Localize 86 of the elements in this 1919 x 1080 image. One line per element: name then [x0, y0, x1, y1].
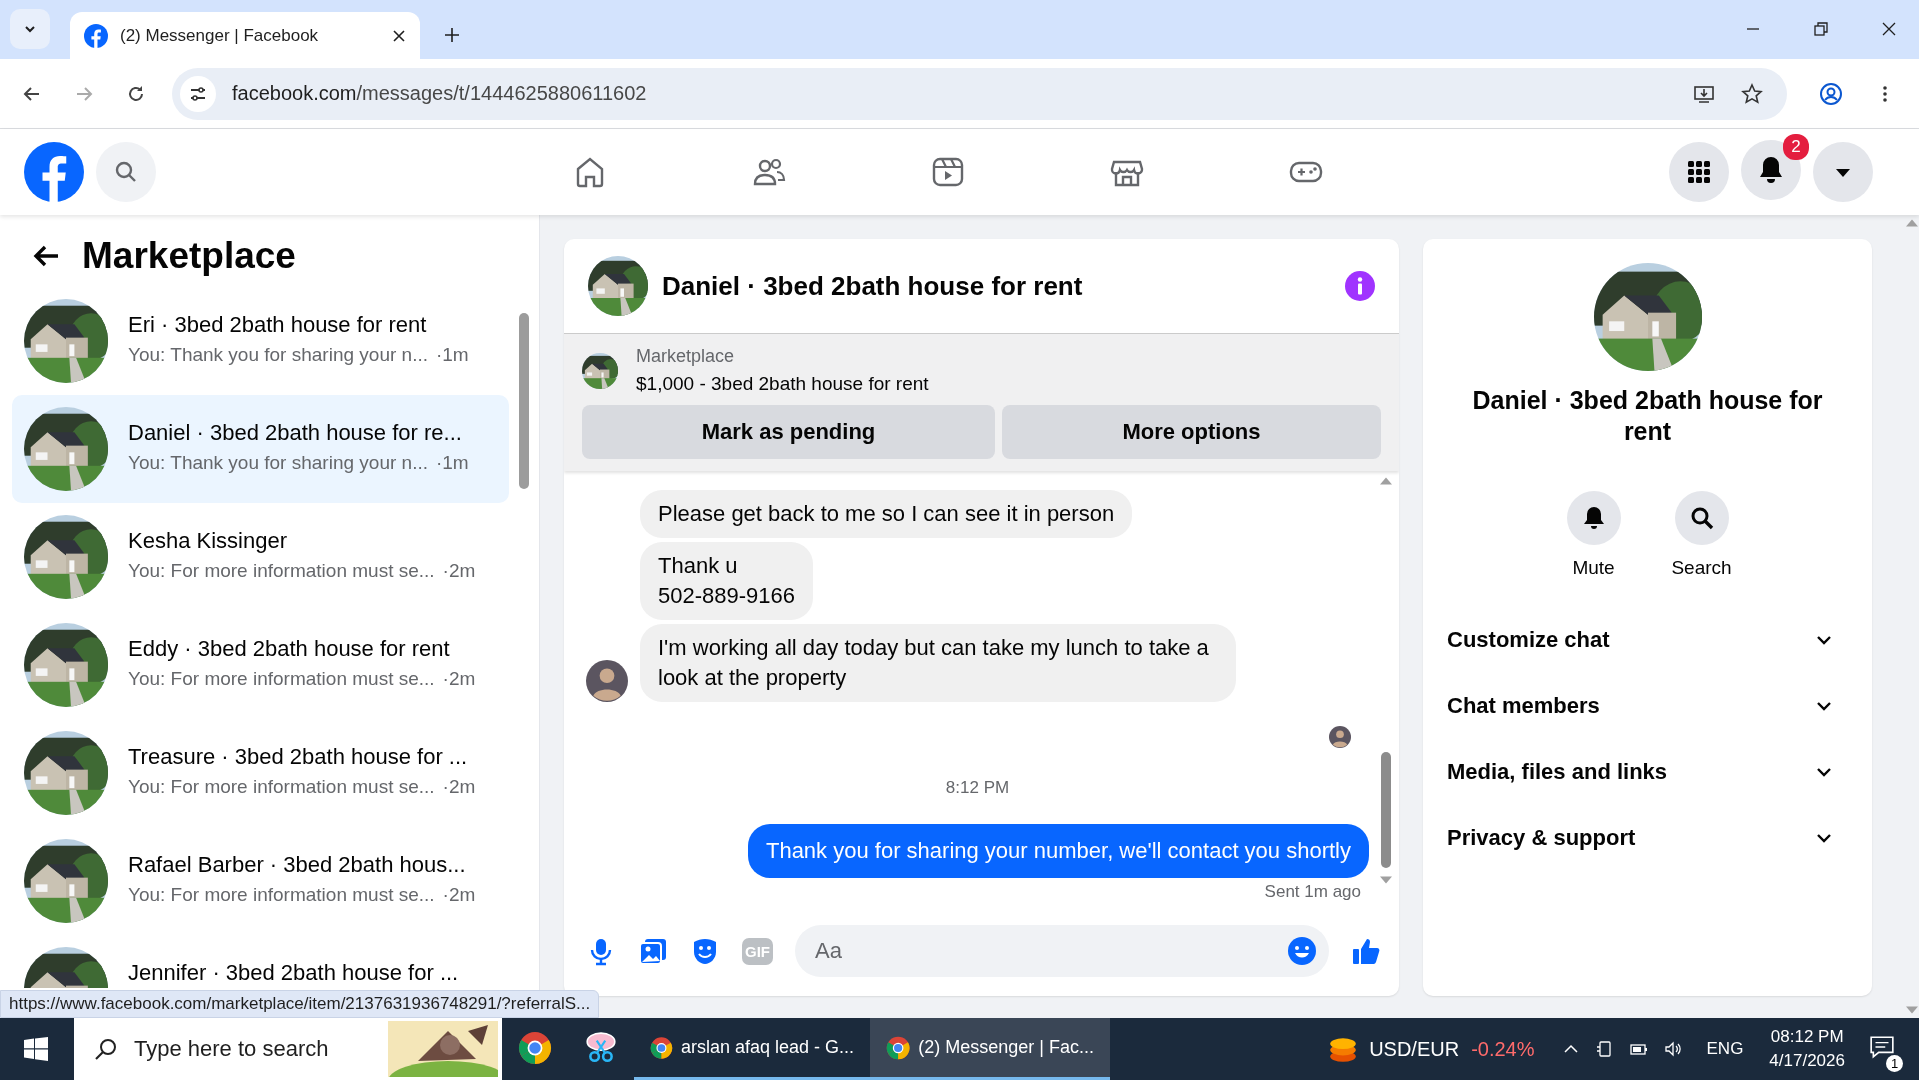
taskbar-search-box[interactable]: Type here to search [74, 1018, 502, 1080]
read-receipt-avatar [1329, 726, 1351, 748]
facebook-logo[interactable] [24, 142, 84, 202]
action-label: Search [1671, 557, 1732, 579]
star-icon[interactable] [1741, 82, 1763, 105]
message-bubble: Please get back to me so I can see it in person [640, 490, 1133, 538]
scissors-icon [584, 1030, 618, 1065]
message-preview: You: Thank you for sharing your n... [128, 452, 428, 474]
collapsible-section[interactable]: Chat members [1447, 673, 1848, 739]
new-tab-icon[interactable] [444, 27, 460, 43]
like-icon[interactable] [1351, 936, 1381, 966]
conversation-name: Eri · 3bed 2bath house for rent [128, 312, 428, 338]
notifications-button[interactable] [1741, 140, 1801, 200]
notification-count: 1 [1886, 1055, 1903, 1072]
bell-button[interactable] [1566, 491, 1621, 545]
listing-source: Marketplace [636, 346, 736, 367]
restore-icon[interactable] [1813, 21, 1829, 37]
message-time: ·1m [435, 344, 469, 366]
scroll-up-icon[interactable] [1380, 477, 1392, 485]
menu-button[interactable] [1669, 142, 1729, 202]
listing-summary: $1,000 - 3bed 2bath house for rent [636, 373, 929, 395]
conversation-item[interactable]: Eddy · 3bed 2bath house for rent You: For more information must se... ·2m [12, 611, 509, 719]
collapsible-section[interactable]: Privacy & support [1447, 805, 1848, 871]
site-settings-icon[interactable] [180, 75, 216, 112]
action-label: Mute [1572, 557, 1615, 579]
facebook-icon [84, 23, 108, 48]
start-button[interactable] [24, 1037, 48, 1061]
volume-icon[interactable] [1662, 1039, 1683, 1059]
conversation-name: Jennifer · 3bed 2bath house for ... [128, 960, 459, 986]
message-preview: You: For more information must se... [128, 560, 435, 582]
search-icon [94, 1037, 118, 1061]
conversation-name: Eddy · 3bed 2bath house for rent [128, 636, 451, 662]
link-preview: https://www.facebook.com/marketplace/item/2137631936748291/?referralS... [0, 990, 600, 1018]
message-input[interactable]: Aa [813, 937, 1287, 965]
conversation-name: Kesha Kissinger [128, 528, 288, 554]
chat-title: Daniel · 3bed 2bath house for rent [662, 270, 1083, 302]
browser-tab[interactable]: (2) Messenger | Facebook [70, 12, 420, 59]
conversation-name: Treasure · 3bed 2bath house for ... [128, 744, 469, 770]
scroll-thumb[interactable] [519, 313, 529, 489]
address-bar[interactable]: facebook.com/messages/t/1444625880611602 [172, 67, 1787, 120]
message-bubble: Thank you for sharing your number, we'll contact you shortly [747, 824, 1369, 878]
profile-icon[interactable] [1819, 81, 1843, 106]
page-title: Marketplace [82, 235, 296, 277]
conversation-item[interactable]: Eri · 3bed 2bath house for rent You: Thank you for sharing your n... ·1m [12, 287, 509, 395]
emoji-icon[interactable] [1287, 936, 1317, 966]
image-icon[interactable] [638, 936, 668, 966]
conversation-item[interactable]: Rafael Barber · 3bed 2bath hous... You: For more information must se... ·2m [12, 827, 509, 935]
message-bubble: Thank u 502-889-9166 [640, 542, 813, 620]
message-timestamp: 8:12 PM [945, 778, 1010, 798]
chrome-icon [518, 1030, 552, 1065]
clock[interactable]: 08:12 PM 4/17/2026 [1769, 1027, 1845, 1071]
notification-badge: 2 [1783, 134, 1809, 160]
ticker-change: -0.24% [1471, 1037, 1535, 1061]
message-preview: You: For more information must se... [128, 668, 435, 690]
close-icon[interactable] [392, 28, 406, 43]
message-bubble: I'm working all day today but can take my lunch to take a look at the property [640, 624, 1236, 702]
message-time: ·2m [442, 560, 476, 582]
scroll-thumb[interactable] [1381, 752, 1391, 868]
listing-action-button[interactable]: Mark as pending [582, 405, 995, 459]
delivery-status: Sent 1m ago [1264, 882, 1361, 902]
conversation-item[interactable]: Daniel · 3bed 2bath house for re... You: Thank you for sharing your n... ·1m [12, 395, 509, 503]
scroll-down-icon[interactable] [1380, 876, 1392, 884]
conversation-name: Rafael Barber · 3bed 2bath hous... [128, 852, 467, 878]
conversation-name: Daniel · 3bed 2bath house for re... [128, 420, 463, 446]
collapsible-section[interactable]: Customize chat [1447, 607, 1848, 673]
contact-name: Daniel · 3bed 2bath house for rent [1471, 385, 1824, 447]
message-preview: You: Thank you for sharing your n... [128, 344, 428, 366]
message-time: ·2m [442, 884, 476, 906]
ticker-name: USD/EUR [1369, 1037, 1460, 1061]
avatar[interactable] [586, 660, 628, 702]
taskbar-window[interactable]: (2) Messenger | Fac... [870, 1018, 1110, 1080]
search-button[interactable] [1674, 491, 1729, 545]
listing-action-button[interactable]: More options [1002, 405, 1381, 459]
message-time: ·2m [442, 776, 476, 798]
message-time: ·1m [435, 452, 469, 474]
message-preview: You: For more information must se... [128, 884, 435, 906]
notification-center-icon[interactable] [1869, 1034, 1895, 1060]
conversation-item[interactable]: Kesha Kissinger You: For more information must se... ·2m [12, 503, 509, 611]
info-icon[interactable] [1345, 271, 1375, 301]
language-indicator[interactable]: ENG [1706, 1039, 1744, 1059]
conversation-item[interactable]: Treasure · 3bed 2bath house for ... You: For more information must se... ·2m [12, 719, 509, 827]
message-field[interactable]: Aa [795, 925, 1329, 977]
message-time: ·2m [442, 668, 476, 690]
collapsible-section[interactable]: Media, files and links [1447, 739, 1848, 805]
message-preview: You: For more information must se... [128, 776, 435, 798]
close-icon[interactable] [1881, 21, 1897, 37]
